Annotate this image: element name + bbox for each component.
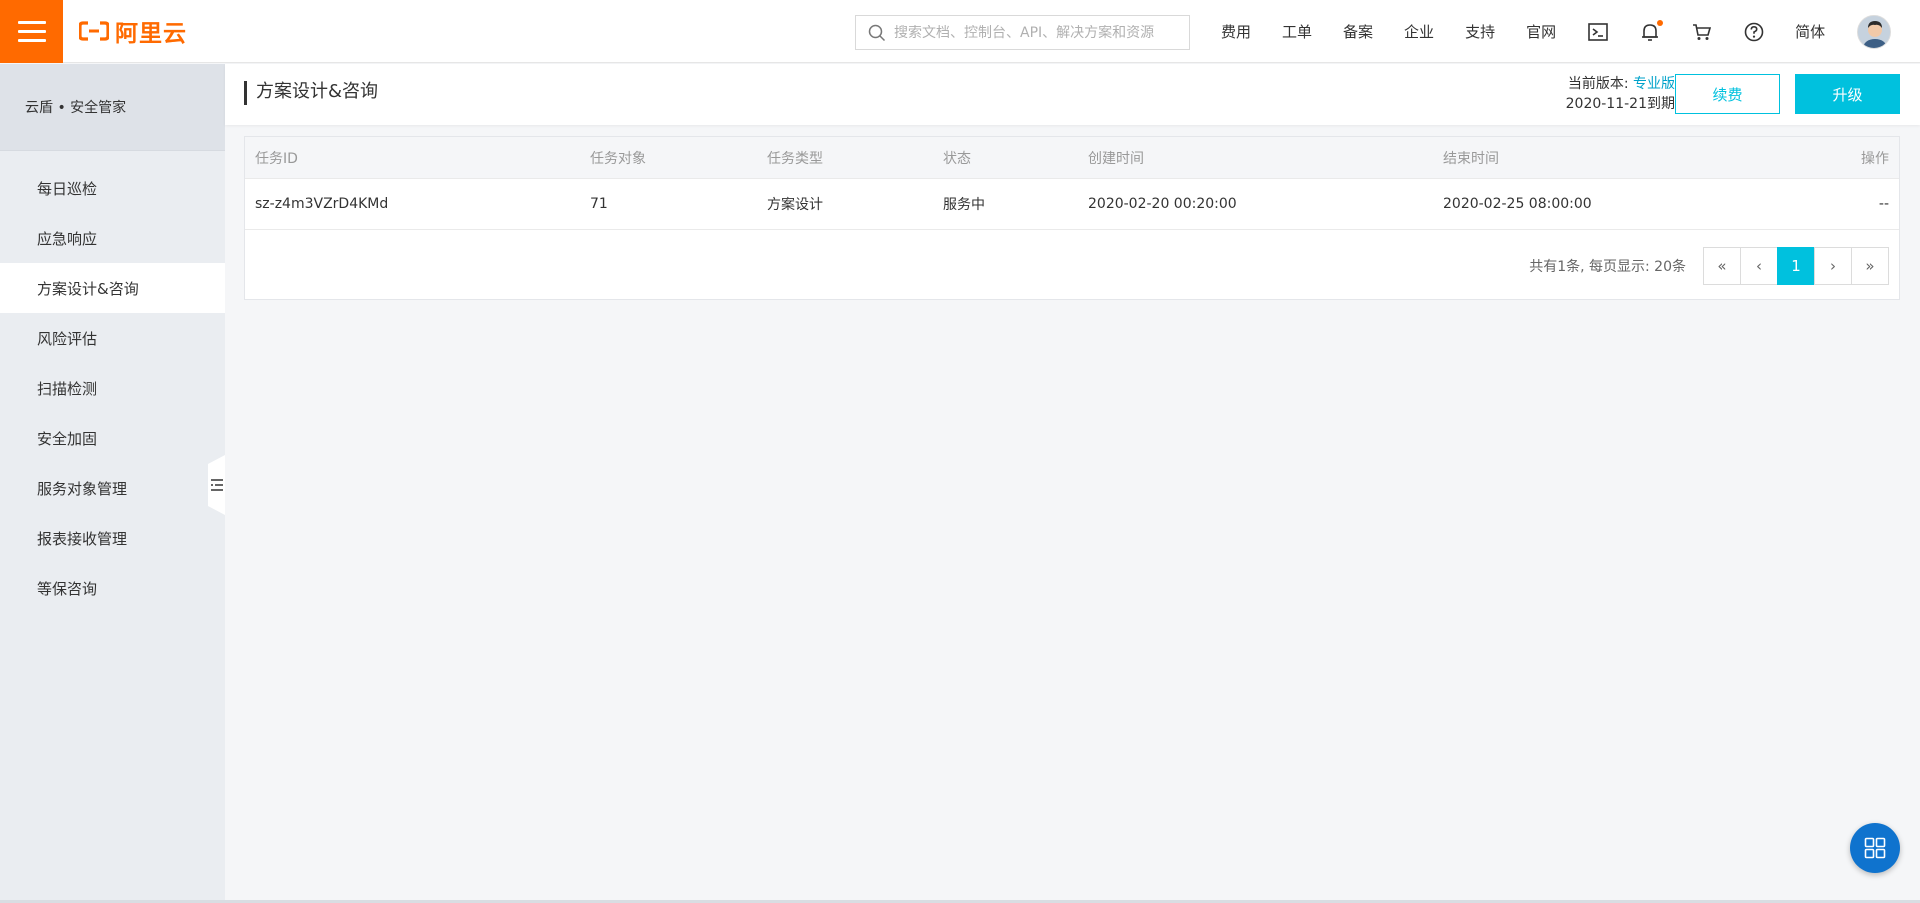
- page-number-button[interactable]: 1: [1777, 247, 1815, 285]
- next-page-button[interactable]: ›: [1814, 247, 1852, 285]
- pagination-summary: 共有1条, 每页显示: 20条: [1529, 259, 1686, 275]
- sidebar-item-risk-assessment[interactable]: 风险评估: [0, 313, 225, 363]
- user-avatar[interactable]: [1857, 14, 1892, 49]
- cell-task-type: 方案设计: [767, 197, 823, 213]
- nav-enterprise[interactable]: 企业: [1404, 21, 1434, 42]
- search-icon: [868, 24, 886, 41]
- version-info: 当前版本: 专业版 2020-11-21到期: [1566, 74, 1675, 114]
- column-header-created-time: 创建时间: [1088, 150, 1144, 167]
- nav-official-site[interactable]: 官网: [1526, 21, 1556, 42]
- sidebar: 云盾 • 安全管家 每日巡检 应急响应 方案设计&咨询 风险评估 扫描检测 安全…: [0, 64, 225, 903]
- cell-task-id: sz-z4m3VZrD4KMd: [255, 196, 389, 212]
- table-row: sz-z4m3VZrD4KMd 71 方案设计 服务中 2020-02-20 0…: [245, 179, 1899, 230]
- column-header-status: 状态: [943, 150, 971, 167]
- column-header-task-type: 任务类型: [767, 150, 823, 167]
- first-page-button[interactable]: «: [1703, 247, 1741, 285]
- global-search[interactable]: [855, 15, 1190, 50]
- sidebar-collapse-handle[interactable]: [208, 455, 225, 515]
- nav-tickets[interactable]: 工单: [1282, 21, 1312, 42]
- column-header-task-object: 任务对象: [590, 150, 646, 167]
- expire-date: 2020-11-21到期: [1565, 96, 1675, 112]
- top-navigation-bar: 阿里云 费用 工单 备案 企业 支持 官网: [0, 0, 1920, 63]
- last-page-button[interactable]: »: [1851, 247, 1889, 285]
- sidebar-item-classified-protection-consulting[interactable]: 等保咨询: [0, 563, 225, 613]
- notification-dot: [1657, 19, 1664, 26]
- content-header: 方案设计&咨询 当前版本: 专业版 2020-11-21到期 续费 升级: [225, 64, 1920, 125]
- sidebar-item-scan-detection[interactable]: 扫描检测: [0, 363, 225, 413]
- sidebar-menu: 每日巡检 应急响应 方案设计&咨询 风险评估 扫描检测 安全加固 服务对象管理 …: [0, 151, 225, 613]
- bell-icon[interactable]: [1639, 19, 1664, 43]
- grid-icon: [1864, 837, 1886, 859]
- cell-status: 服务中: [943, 197, 985, 213]
- pagination: 共有1条, 每页显示: 20条 « ‹ 1 › »: [1529, 247, 1889, 285]
- sidebar-item-report-receive-management[interactable]: 报表接收管理: [0, 513, 225, 563]
- terminal-icon[interactable]: [1587, 21, 1609, 43]
- sidebar-title: 云盾 • 安全管家: [0, 64, 225, 151]
- version-label: 当前版本:: [1567, 76, 1629, 92]
- cell-actions: --: [1878, 196, 1889, 212]
- cell-end-time: 2020-02-25 08:00:00: [1443, 196, 1592, 212]
- aliyun-logo-icon: [79, 21, 109, 41]
- menu-line: [17, 20, 46, 24]
- cell-task-object: 71: [590, 196, 608, 212]
- sidebar-item-daily-inspection[interactable]: 每日巡检: [0, 163, 225, 213]
- nav-fees[interactable]: 费用: [1221, 21, 1251, 42]
- menu-line: [17, 29, 46, 33]
- sidebar-item-service-object-management[interactable]: 服务对象管理: [0, 463, 225, 513]
- nav-support[interactable]: 支持: [1465, 21, 1495, 42]
- collapse-icon: [210, 479, 223, 491]
- column-header-task-id: 任务ID: [255, 150, 298, 167]
- menu-line: [17, 38, 46, 42]
- hamburger-menu-button[interactable]: [0, 0, 63, 63]
- aliyun-logo[interactable]: 阿里云: [79, 14, 187, 48]
- cart-icon[interactable]: [1691, 21, 1713, 43]
- logo-text: 阿里云: [115, 21, 187, 47]
- page-title: 方案设计&咨询: [244, 81, 378, 105]
- sidebar-item-solution-design[interactable]: 方案设计&咨询: [0, 263, 225, 313]
- column-header-actions: 操作: [1861, 150, 1889, 167]
- prev-page-button[interactable]: ‹: [1740, 247, 1778, 285]
- task-table-panel: 任务ID 任务对象 任务类型 状态 创建时间 结束时间 操作 sz-z4m3VZ…: [244, 136, 1900, 300]
- renew-button[interactable]: 续费: [1675, 74, 1780, 114]
- version-name[interactable]: 专业版: [1633, 76, 1675, 92]
- column-header-end-time: 结束时间: [1443, 150, 1499, 167]
- nav-icp-filing[interactable]: 备案: [1343, 21, 1373, 42]
- top-nav: 费用 工单 备案 企业 支持 官网 简体: [1221, 0, 1892, 63]
- table-header: 任务ID 任务对象 任务类型 状态 创建时间 结束时间 操作: [245, 137, 1899, 179]
- help-icon[interactable]: [1743, 21, 1765, 43]
- cell-created-time: 2020-02-20 00:20:00: [1088, 196, 1237, 212]
- upgrade-button[interactable]: 升级: [1795, 74, 1900, 114]
- search-input[interactable]: [894, 24, 1184, 41]
- language-switch[interactable]: 简体: [1795, 21, 1825, 42]
- floating-apps-button[interactable]: [1850, 823, 1900, 873]
- sidebar-item-emergency-response[interactable]: 应急响应: [0, 213, 225, 263]
- sidebar-item-security-hardening[interactable]: 安全加固: [0, 413, 225, 463]
